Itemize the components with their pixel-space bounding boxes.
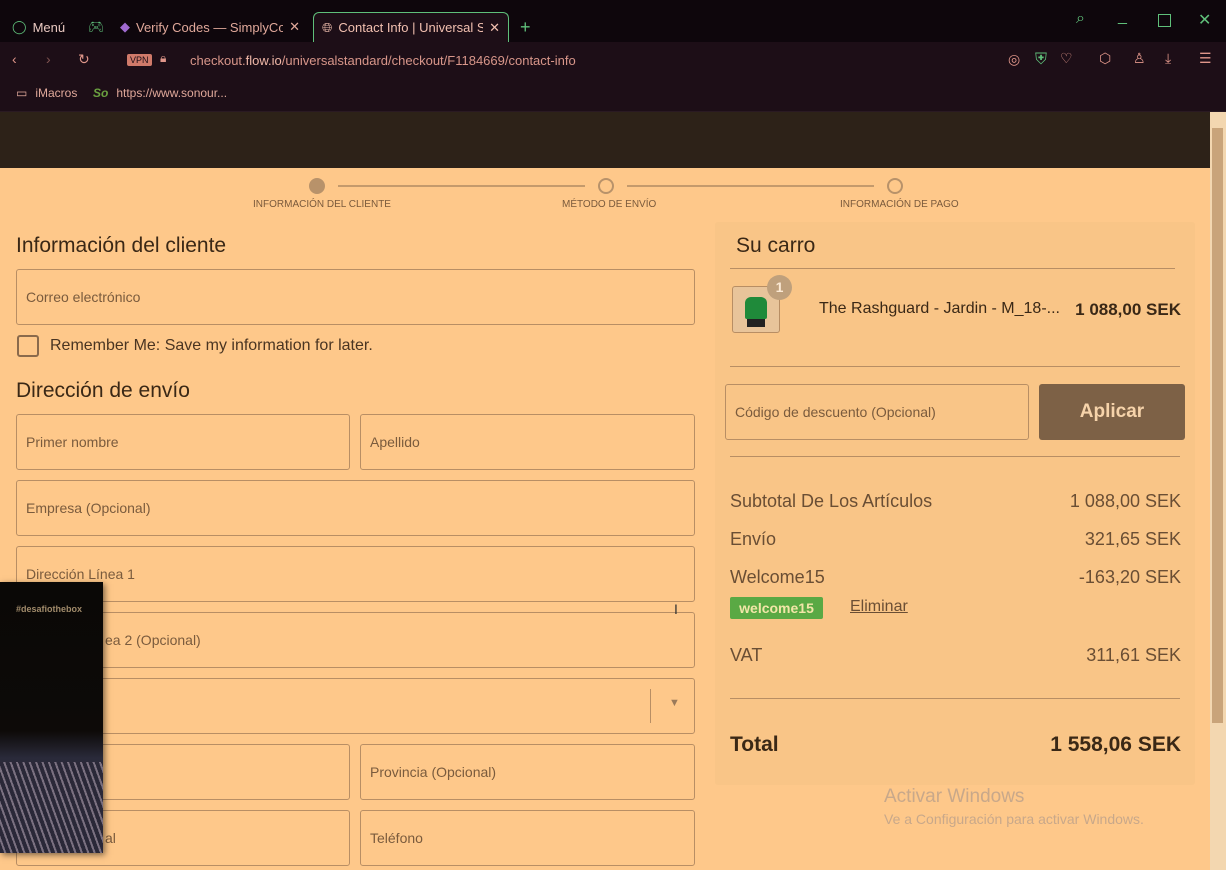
address1-field[interactable]: Dirección Línea 1 bbox=[16, 546, 695, 602]
user-icon[interactable]: ♙ bbox=[1133, 50, 1146, 67]
close-tab-icon[interactable]: ✕ bbox=[489, 20, 500, 36]
country-select[interactable]: ▼ bbox=[16, 678, 695, 734]
windows-watermark-title: Activar Windows bbox=[884, 786, 1025, 807]
bookmark-sonour[interactable]: So https://www.sonour... bbox=[93, 86, 227, 100]
step-line bbox=[338, 185, 585, 187]
subtotal-row: Subtotal De Los Artículos 1 088,00 SEK bbox=[730, 491, 1181, 511]
address-bar: ‹ › ↻ VPN 🔒︎ checkout.flow.io/universals… bbox=[0, 42, 1226, 78]
url-field[interactable]: checkout.flow.io/universalstandard/check… bbox=[190, 53, 576, 68]
remember-label[interactable]: Remember Me: Save my information for lat… bbox=[50, 337, 373, 355]
opera-menu[interactable]: ◯ Menú bbox=[4, 12, 73, 42]
province-field[interactable]: Provincia (Opcional) bbox=[360, 744, 695, 800]
opera-logo-icon: ◯ bbox=[12, 19, 27, 34]
shield-check-icon[interactable]: ⛨ bbox=[1035, 51, 1047, 69]
vpn-badge[interactable]: VPN bbox=[127, 54, 152, 66]
divider bbox=[730, 268, 1175, 269]
site-header bbox=[0, 112, 1210, 168]
tab-contact-info[interactable]: 🌐︎Contact Info | Universal Standard✕ bbox=[313, 12, 509, 42]
vat-row: VAT 311,61 SEK bbox=[730, 645, 1181, 665]
divider bbox=[730, 366, 1180, 367]
cube-icon[interactable]: ⬡ bbox=[1099, 50, 1111, 67]
shipping-title: Dirección de envío bbox=[16, 379, 190, 402]
heart-icon[interactable]: ♡ bbox=[1060, 50, 1073, 67]
maximize-button[interactable] bbox=[1158, 14, 1171, 27]
so-logo-icon: So bbox=[93, 86, 109, 100]
step-dot bbox=[598, 178, 614, 194]
text-cursor-icon: I bbox=[674, 601, 678, 617]
download-icon[interactable]: ⤓ bbox=[1165, 50, 1171, 67]
settings-sliders-icon[interactable]: ☰ bbox=[1199, 50, 1212, 67]
video-overlay[interactable]: #desafiothebox bbox=[0, 582, 103, 853]
tab-bar: ◯Menú 🎮︎ ◆Verify Codes — SimplyCodes✕ 🌐︎… bbox=[0, 0, 1226, 42]
bookmark-imacros[interactable]: ▭ iMacros bbox=[16, 86, 77, 100]
tab-verify-codes[interactable]: ◆Verify Codes — SimplyCodes✕ bbox=[112, 12, 308, 42]
address2-field[interactable]: ea 2 (Opcional) bbox=[16, 612, 695, 668]
step-label: MÉTODO DE ENVÍO bbox=[562, 199, 657, 210]
quantity-badge: 1 bbox=[767, 275, 792, 300]
scrollbar-thumb[interactable] bbox=[1212, 128, 1223, 723]
discount-code-input[interactable]: Código de descuento (Opcional) bbox=[725, 384, 1029, 440]
remove-coupon-link[interactable]: Eliminar bbox=[850, 598, 908, 616]
step-dot bbox=[887, 178, 903, 194]
last-name-field[interactable]: Apellido bbox=[360, 414, 695, 470]
step-label: INFORMACIÓN DE PAGO bbox=[840, 199, 959, 210]
chevron-down-icon[interactable]: ▼ bbox=[669, 697, 680, 709]
remember-checkbox[interactable] bbox=[17, 335, 39, 357]
divider bbox=[730, 698, 1180, 699]
total-row: Total 1 558,06 SEK bbox=[730, 733, 1181, 756]
divider bbox=[730, 456, 1180, 457]
bookmarks-bar: ▭ iMacros So https://www.sonour... bbox=[0, 78, 1226, 112]
close-tab-icon[interactable]: ✕ bbox=[289, 19, 300, 35]
cart-title: Su carro bbox=[736, 234, 816, 257]
reload-icon[interactable]: ↻ bbox=[78, 51, 90, 68]
video-caption: #desafiothebox bbox=[16, 604, 83, 614]
step-label[interactable]: INFORMACIÓN DEL CLIENTE bbox=[253, 199, 391, 210]
company-field[interactable]: Empresa (Opcional) bbox=[16, 480, 695, 536]
minimize-button[interactable]: _ bbox=[1118, 8, 1127, 26]
forward-icon[interactable]: › bbox=[46, 51, 51, 67]
step-dot-active bbox=[309, 178, 325, 194]
first-name-field[interactable]: Primer nombre bbox=[16, 414, 350, 470]
apply-button[interactable]: Aplicar bbox=[1039, 384, 1185, 440]
customer-info-title: Información del cliente bbox=[16, 234, 227, 257]
back-icon[interactable]: ‹ bbox=[12, 51, 17, 67]
new-tab-button[interactable]: + bbox=[512, 12, 539, 42]
product-shirt bbox=[745, 297, 767, 319]
select-divider bbox=[650, 689, 651, 723]
product-name: The Rashguard - Jardin - M_18-... bbox=[819, 300, 1060, 317]
shipping-row: Envío 321,65 SEK bbox=[730, 529, 1181, 549]
lock-icon: 🔒︎ bbox=[160, 51, 167, 65]
search-icon[interactable]: ⌕ bbox=[1076, 10, 1085, 28]
camera-icon[interactable]: ◎ bbox=[1008, 51, 1020, 68]
video-frame bbox=[0, 762, 103, 853]
simplycodes-icon: ◆ bbox=[120, 19, 130, 34]
product-shorts bbox=[747, 319, 765, 327]
phone-field[interactable]: Teléfono bbox=[360, 810, 695, 866]
gamepad-icon[interactable]: 🎮︎ bbox=[80, 12, 113, 42]
discount-row: Welcome15 -163,20 SEK bbox=[730, 567, 1181, 587]
close-window-button[interactable]: ✕ bbox=[1198, 10, 1211, 30]
folder-icon: ▭ bbox=[16, 86, 28, 100]
product-price: 1 088,00 SEK bbox=[1075, 300, 1181, 319]
email-field[interactable]: Correo electrónico bbox=[16, 269, 695, 325]
coupon-badge: welcome15 bbox=[730, 597, 823, 619]
step-line bbox=[627, 185, 874, 187]
windows-watermark-subtitle: Ve a Configuración para activar Windows. bbox=[884, 811, 1144, 827]
globe-icon: 🌐︎ bbox=[322, 19, 333, 35]
